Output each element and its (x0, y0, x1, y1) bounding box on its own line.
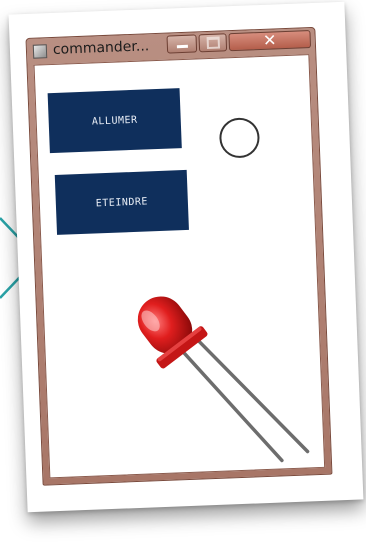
window-title: commander... (52, 38, 150, 58)
window-content: ALLUMER ETEINDRE (33, 54, 326, 479)
turn-on-button[interactable]: ALLUMER (47, 88, 182, 154)
red-led-icon (137, 296, 310, 463)
maximize-button[interactable] (198, 33, 228, 53)
turn-off-button[interactable]: ETEINDRE (54, 169, 189, 235)
minimize-button[interactable] (166, 34, 198, 54)
led-status-indicator (218, 117, 261, 159)
close-button[interactable]: ✕ (228, 30, 312, 52)
maximize-icon (206, 36, 220, 50)
minimize-icon (176, 44, 188, 48)
photo-card: commander... ✕ ALLUMER ETEINDRE (8, 1, 364, 513)
app-window: commander... ✕ ALLUMER ETEINDRE (25, 26, 333, 486)
close-icon: ✕ (262, 30, 277, 50)
app-icon (32, 44, 48, 59)
